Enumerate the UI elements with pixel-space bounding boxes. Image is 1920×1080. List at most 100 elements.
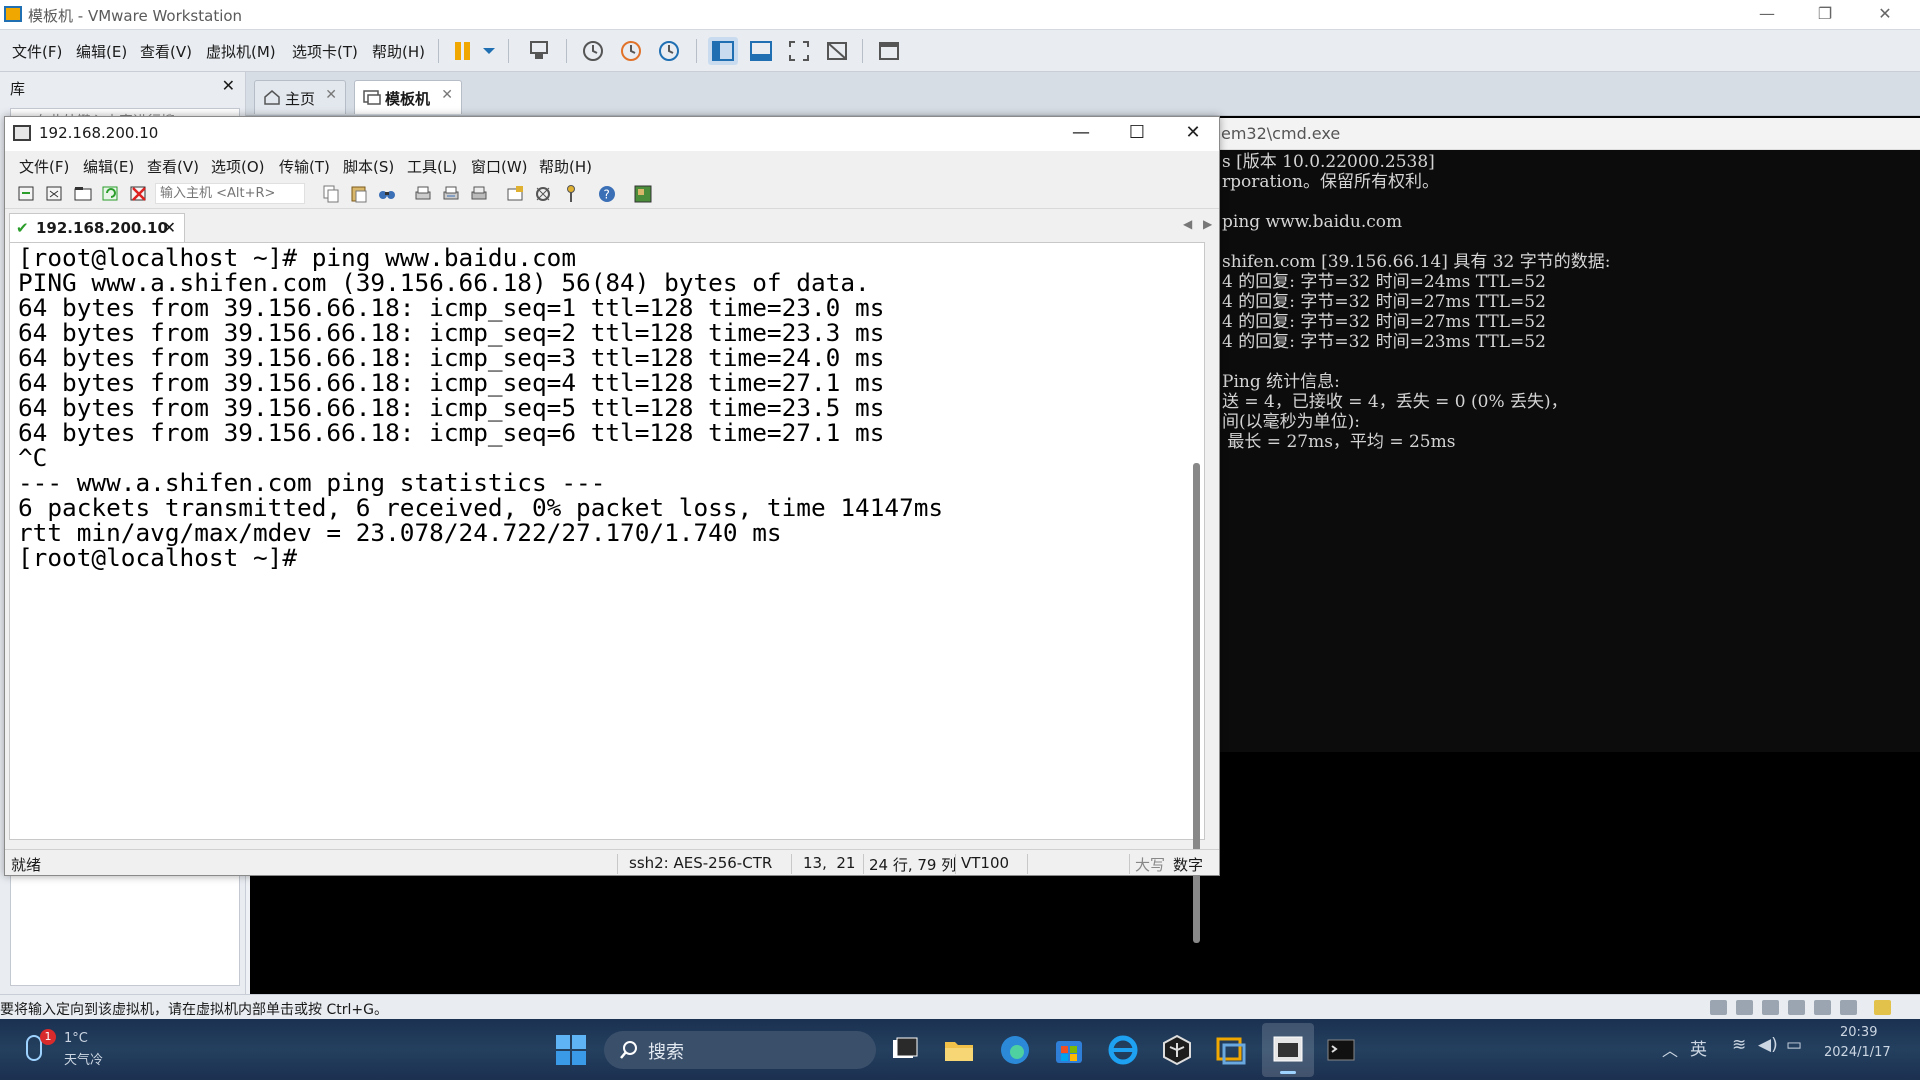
tab-scroll-right-icon[interactable]: ▶ xyxy=(1203,217,1212,231)
menu-help[interactable]: 帮助(H) xyxy=(372,41,425,62)
session-tab-label: 192.168.200.10 xyxy=(36,219,168,237)
tab-home[interactable]: 主页 ✕ xyxy=(254,80,346,114)
start-icon[interactable] xyxy=(554,1033,588,1067)
terminal-taskbar-icon[interactable] xyxy=(1324,1033,1358,1067)
edge-icon[interactable] xyxy=(998,1033,1032,1067)
paste-icon[interactable] xyxy=(349,184,369,203)
help-icon[interactable]: ? xyxy=(597,184,617,203)
menu-tabs[interactable]: 选项卡(T) xyxy=(292,41,358,62)
session-tab[interactable]: ✔ 192.168.200.10 ✕ xyxy=(9,213,185,242)
restore-icon[interactable]: ❐ xyxy=(1802,0,1848,30)
status-terminal-size: 24 行, 79 列 xyxy=(869,856,957,874)
menu-edit[interactable]: 编辑(E) xyxy=(83,156,134,177)
menu-help[interactable]: 帮助(H) xyxy=(539,156,592,177)
close-icon[interactable]: ✕ xyxy=(1165,117,1221,151)
tab-home-label: 主页 xyxy=(285,90,316,108)
message-icon[interactable] xyxy=(1874,1000,1891,1015)
toolbar-separator xyxy=(566,39,567,63)
store-icon[interactable] xyxy=(1052,1033,1086,1067)
sound-icon[interactable] xyxy=(1840,1000,1857,1015)
minimize-icon[interactable]: — xyxy=(1053,117,1109,151)
minimize-icon[interactable]: — xyxy=(1744,0,1790,30)
snapshot-icon[interactable] xyxy=(578,37,608,65)
toolbar-separator xyxy=(438,39,439,63)
vmware-status-bar: 要将输入定向到该虚拟机，请在虚拟机内部单击或按 Ctrl+G。 xyxy=(0,994,1920,1019)
connect-host-input[interactable] xyxy=(155,183,305,204)
tray-overflow-icon[interactable]: ︿ xyxy=(1662,1037,1678,1061)
unity-icon[interactable] xyxy=(822,37,852,65)
show-library-icon[interactable] xyxy=(708,37,738,65)
fullscreen-icon[interactable] xyxy=(784,37,814,65)
send-ctrl-alt-del-icon[interactable] xyxy=(524,37,554,65)
ie-icon[interactable] xyxy=(1106,1033,1140,1067)
maximize-icon[interactable]: ☐ xyxy=(1109,117,1165,151)
console-view-icon[interactable] xyxy=(874,37,904,65)
tab-home-close-icon[interactable]: ✕ xyxy=(325,87,337,103)
print-screen-icon[interactable] xyxy=(469,184,489,203)
map-icon[interactable] xyxy=(633,184,653,203)
library-close-icon[interactable]: ✕ xyxy=(222,76,235,95)
menu-transfer[interactable]: 传输(T) xyxy=(279,156,330,177)
menu-window[interactable]: 窗口(W) xyxy=(471,156,528,177)
volume-icon[interactable]: ◀) xyxy=(1758,1035,1778,1055)
thumbnail-bar-icon[interactable] xyxy=(746,37,776,65)
tab-scroll-left-icon[interactable]: ◀ xyxy=(1183,217,1192,231)
vm-icon xyxy=(363,89,381,109)
securecrt-taskbar-icon[interactable] xyxy=(1262,1023,1314,1077)
clock-time[interactable]: 20:39 xyxy=(1840,1025,1877,1040)
windows-taskbar: 1 1°C 天气冷 搜索 ︿ 英 ≋ ◀) ▭ 20:39 2024/1/17 xyxy=(0,1019,1920,1080)
clock-date[interactable]: 2024/1/17 xyxy=(1824,1045,1891,1060)
vmware-taskbar-icon[interactable] xyxy=(1214,1033,1248,1067)
connect-in-tab-icon[interactable] xyxy=(73,184,93,203)
unity-hub-icon[interactable] xyxy=(1160,1033,1194,1067)
session-options-icon[interactable] xyxy=(505,184,525,203)
file-explorer-icon[interactable] xyxy=(942,1033,976,1067)
pause-icon[interactable] xyxy=(448,37,478,65)
menu-edit[interactable]: 编辑(E) xyxy=(76,41,127,62)
weather-alert-badge: 1 xyxy=(40,1029,56,1045)
disconnect-icon[interactable] xyxy=(129,184,149,203)
ime-indicator[interactable]: 英 xyxy=(1690,1035,1707,1060)
task-view-icon[interactable] xyxy=(888,1033,922,1067)
keymap-icon[interactable] xyxy=(561,184,581,203)
terminal-area[interactable]: [root@localhost ~]# ping www.baidu.com P… xyxy=(9,242,1205,943)
taskbar-search[interactable]: 搜索 xyxy=(604,1031,876,1069)
vm-tab-bar: 主页 ✕ 模板机 ✕ xyxy=(246,72,1920,116)
pause-dropdown-icon[interactable] xyxy=(478,37,498,65)
reconnect-icon[interactable] xyxy=(101,184,121,203)
usb-icon[interactable] xyxy=(1814,1000,1831,1015)
menu-file[interactable]: 文件(F) xyxy=(19,156,69,177)
cd-rom-icon[interactable] xyxy=(1736,1000,1753,1015)
search-icon xyxy=(618,1039,640,1065)
quick-connect-icon[interactable] xyxy=(45,184,65,203)
menu-vm[interactable]: 虚拟机(M) xyxy=(206,41,276,62)
menu-view[interactable]: 查看(V) xyxy=(147,156,199,177)
session-tab-close-icon[interactable]: ✕ xyxy=(163,218,176,237)
network-adapter-icon[interactable] xyxy=(1762,1000,1779,1015)
close-icon[interactable]: ✕ xyxy=(1862,0,1908,30)
global-options-icon[interactable] xyxy=(533,184,553,203)
menu-view[interactable]: 查看(V) xyxy=(140,41,192,62)
tab-template-vm[interactable]: 模板机 ✕ xyxy=(354,80,462,114)
print-selection-icon[interactable] xyxy=(441,184,461,203)
hard-disk-icon[interactable] xyxy=(1710,1000,1727,1015)
menu-tools[interactable]: 工具(L) xyxy=(407,156,457,177)
tab-template-vm-label: 模板机 xyxy=(385,90,431,108)
menu-file[interactable]: 文件(F) xyxy=(12,41,62,62)
revert-snapshot-icon[interactable] xyxy=(616,37,646,65)
menu-options[interactable]: 选项(O) xyxy=(211,156,265,177)
tab-template-vm-close-icon[interactable]: ✕ xyxy=(441,87,453,103)
copy-icon[interactable] xyxy=(321,184,341,203)
securecrt-menubar: 文件(F) 编辑(E) 查看(V) 选项(O) 传输(T) 脚本(S) 工具(L… xyxy=(5,151,1219,179)
connect-icon[interactable] xyxy=(17,184,37,203)
cmd-window[interactable]: em32\cmd.exe s [版本 10.0.22000.2538] rpor… xyxy=(1200,118,1920,752)
wifi-icon[interactable]: ≋ xyxy=(1732,1035,1746,1055)
print-icon[interactable] xyxy=(413,184,433,203)
menu-script[interactable]: 脚本(S) xyxy=(343,156,394,177)
printer-icon[interactable] xyxy=(1788,1000,1805,1015)
find-icon[interactable] xyxy=(377,184,397,203)
battery-icon[interactable]: ▭ xyxy=(1786,1035,1802,1055)
snapshot-manager-icon[interactable] xyxy=(654,37,684,65)
connected-check-icon: ✔ xyxy=(16,219,29,237)
weather-condition: 天气冷 xyxy=(64,1053,104,1068)
